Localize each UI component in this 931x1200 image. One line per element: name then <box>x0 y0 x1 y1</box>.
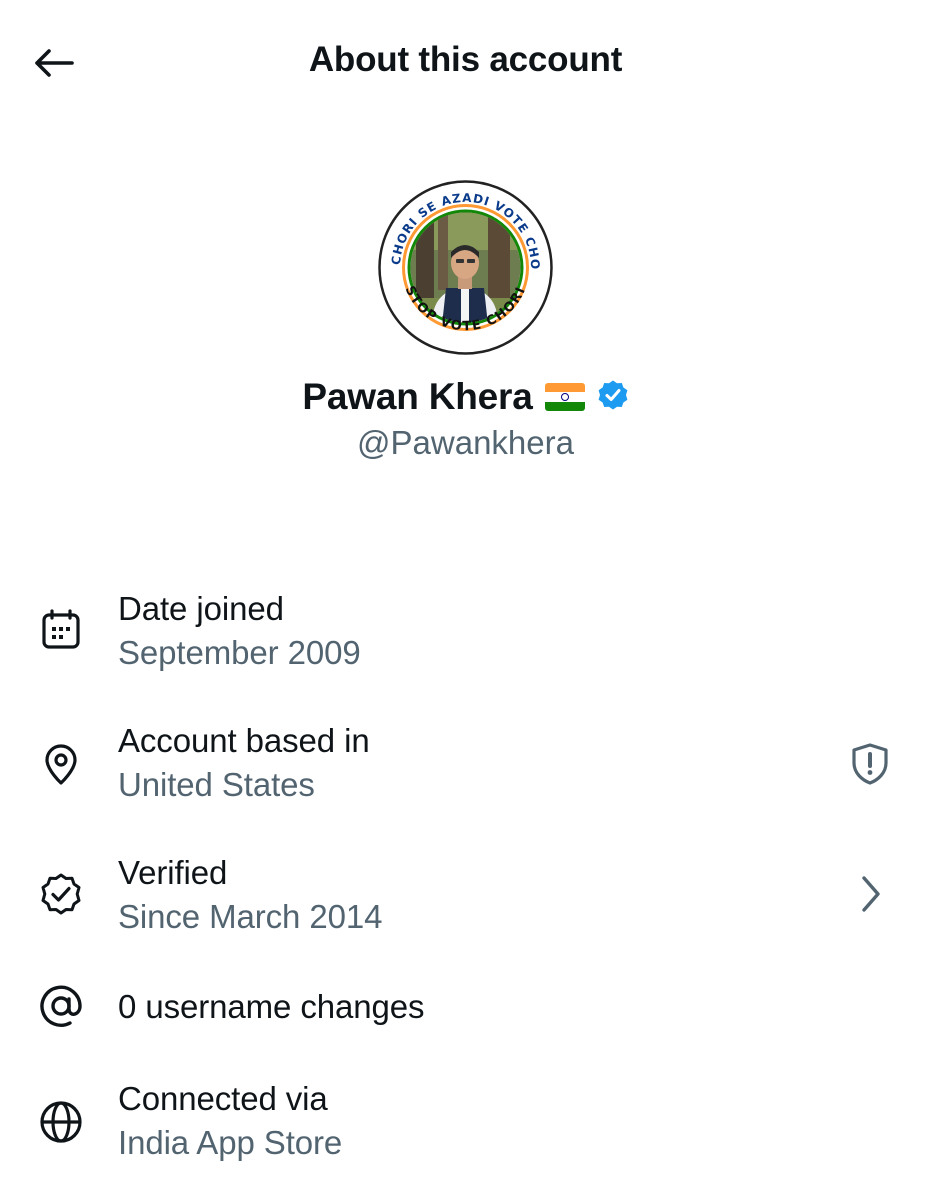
profile-name: Pawan Khera <box>302 376 533 417</box>
profile-name-row: Pawan Khera <box>0 376 931 418</box>
page-title: About this account <box>308 40 623 79</box>
verified-badge-icon[interactable] <box>597 379 629 416</box>
detail-value: India App Store <box>118 1124 343 1161</box>
profile-handle: @Pawankhera <box>357 424 574 461</box>
detail-connected-via: Connected via India App Store <box>0 1075 931 1175</box>
at-sign-icon <box>36 981 86 1031</box>
detail-value: Since March 2014 <box>118 898 383 935</box>
chevron-right-icon[interactable] <box>845 869 895 919</box>
detail-label: 0 username changes <box>118 988 425 1025</box>
verified-check-icon <box>36 869 86 919</box>
location-pin-icon <box>36 739 86 789</box>
detail-label: Connected via <box>118 1080 328 1117</box>
top-bar: About this account <box>0 0 931 128</box>
avatar[interactable]: VOTE CHORI SE AZADI VOTE CHORI SE STOP V… <box>372 169 553 355</box>
shield-alert-icon[interactable] <box>845 739 895 789</box>
detail-value: September 2009 <box>118 634 361 671</box>
detail-verified[interactable]: Verified Since March 2014 <box>0 849 931 949</box>
detail-label: Account based in <box>118 722 370 759</box>
calendar-icon <box>36 605 86 655</box>
detail-username-changes: 0 username changes <box>0 981 931 1041</box>
detail-label: Verified <box>118 854 228 891</box>
detail-account-based-in: Account based in United States <box>0 717 931 817</box>
india-flag-icon <box>544 383 585 411</box>
globe-icon <box>36 1097 86 1147</box>
detail-label: Date joined <box>118 590 284 627</box>
detail-date-joined: Date joined September 2009 <box>0 585 931 685</box>
detail-value: United States <box>118 766 315 803</box>
